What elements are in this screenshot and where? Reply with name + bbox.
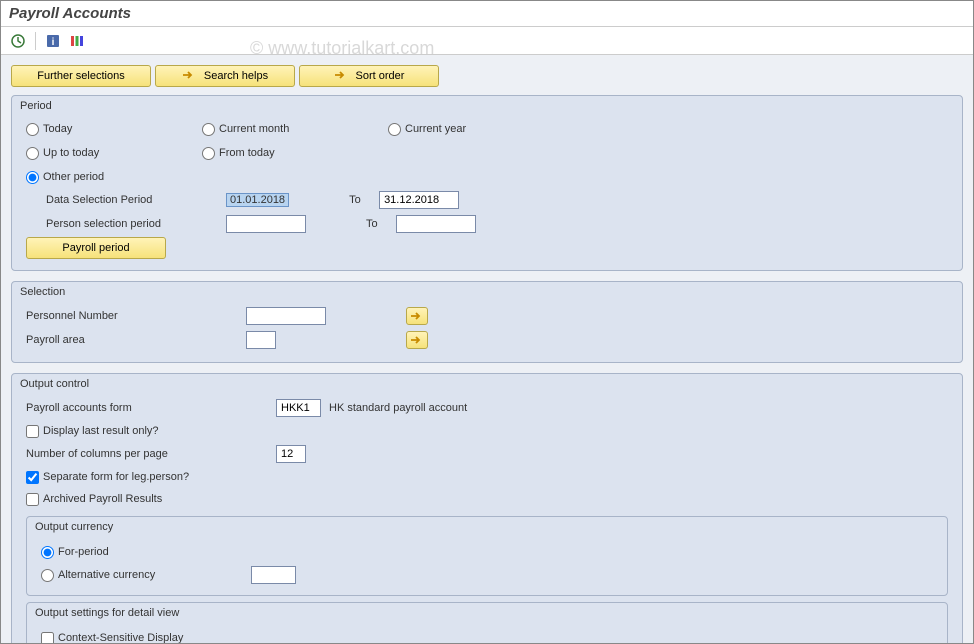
separate-form-checkbox[interactable]: Separate form for leg.person? <box>26 466 948 488</box>
radio-for-period[interactable]: For-period <box>41 541 933 563</box>
period-group: Period Today Current month Current year … <box>11 95 963 271</box>
payroll-accounts-form-label: Payroll accounts form <box>26 402 276 414</box>
sort-order-label: Sort order <box>356 70 405 82</box>
separate-form-label: Separate form for leg.person? <box>43 471 189 483</box>
archived-results-label: Archived Payroll Results <box>43 493 162 505</box>
radio-up-to-today[interactable]: Up to today <box>26 142 196 164</box>
further-selections-button[interactable]: Further selections <box>11 65 151 87</box>
content-area: Further selections Search helps Sort ord… <box>1 55 973 643</box>
data-selection-period-label: Data Selection Period <box>26 194 226 206</box>
radio-up-to-today-label: Up to today <box>43 147 99 159</box>
radio-today-label: Today <box>43 123 72 135</box>
toolbar: i <box>1 27 973 55</box>
payroll-period-button[interactable]: Payroll period <box>26 237 166 259</box>
arrow-icon <box>334 70 348 83</box>
selection-title: Selection <box>12 282 962 298</box>
radio-alternative-currency[interactable]: Alternative currency <box>41 564 251 586</box>
to-label: To <box>349 194 379 206</box>
context-sensitive-checkbox[interactable]: Context-Sensitive Display <box>41 627 933 643</box>
selection-group: Selection Personnel Number Payroll area <box>11 281 963 363</box>
radio-from-today[interactable]: From today <box>202 142 382 164</box>
person-selection-to-input[interactable] <box>396 215 476 233</box>
sort-order-button[interactable]: Sort order <box>299 65 439 87</box>
page-title: Payroll Accounts <box>1 1 973 27</box>
divider <box>35 32 36 50</box>
svg-text:i: i <box>52 37 55 48</box>
archived-results-checkbox[interactable]: Archived Payroll Results <box>26 488 948 510</box>
action-buttons: Further selections Search helps Sort ord… <box>11 65 963 87</box>
payroll-area-label: Payroll area <box>26 334 246 346</box>
display-last-result-label: Display last result only? <box>43 425 159 437</box>
person-selection-from-input[interactable] <box>226 215 306 233</box>
personnel-number-multiselect-button[interactable] <box>406 307 428 325</box>
output-currency-title: Output currency <box>27 517 947 537</box>
radio-current-year[interactable]: Current year <box>388 118 568 140</box>
payroll-area-input[interactable] <box>246 331 276 349</box>
radio-alternative-currency-label: Alternative currency <box>58 569 155 581</box>
radio-other-period-label: Other period <box>43 171 104 183</box>
personnel-number-label: Personnel Number <box>26 310 246 322</box>
payroll-area-multiselect-button[interactable] <box>406 331 428 349</box>
payroll-accounts-form-desc: HK standard payroll account <box>329 402 467 414</box>
output-detail-group: Output settings for detail view Context-… <box>26 602 948 643</box>
num-columns-label: Number of columns per page <box>26 448 276 460</box>
payroll-accounts-form-input[interactable] <box>276 399 321 417</box>
personnel-number-input[interactable] <box>246 307 326 325</box>
info-icon[interactable]: i <box>44 32 62 50</box>
bars-icon[interactable] <box>68 32 86 50</box>
data-selection-to-input[interactable] <box>379 191 459 209</box>
radio-other-period[interactable]: Other period <box>26 166 196 188</box>
radio-current-month-label: Current month <box>219 123 289 135</box>
period-title: Period <box>12 96 962 112</box>
radio-today[interactable]: Today <box>26 118 196 140</box>
display-last-result-checkbox[interactable]: Display last result only? <box>26 420 948 442</box>
output-currency-group: Output currency For-period Alternative c… <box>26 516 948 596</box>
person-selection-period-label: Person selection period <box>26 218 226 230</box>
execute-icon[interactable] <box>9 32 27 50</box>
alternative-currency-input[interactable] <box>251 566 296 584</box>
to-label: To <box>366 218 396 230</box>
output-control-group: Output control Payroll accounts form HK … <box>11 373 963 643</box>
output-control-title: Output control <box>12 374 962 390</box>
radio-current-month[interactable]: Current month <box>202 118 382 140</box>
radio-current-year-label: Current year <box>405 123 466 135</box>
radio-for-period-label: For-period <box>58 546 109 558</box>
radio-from-today-label: From today <box>219 147 275 159</box>
context-sensitive-label: Context-Sensitive Display <box>58 632 183 643</box>
search-helps-label: Search helps <box>204 70 268 82</box>
search-helps-button[interactable]: Search helps <box>155 65 295 87</box>
num-columns-input[interactable] <box>276 445 306 463</box>
output-detail-title: Output settings for detail view <box>27 603 947 623</box>
data-selection-from-input[interactable]: 01.01.2018 <box>226 193 289 207</box>
arrow-icon <box>182 70 196 83</box>
